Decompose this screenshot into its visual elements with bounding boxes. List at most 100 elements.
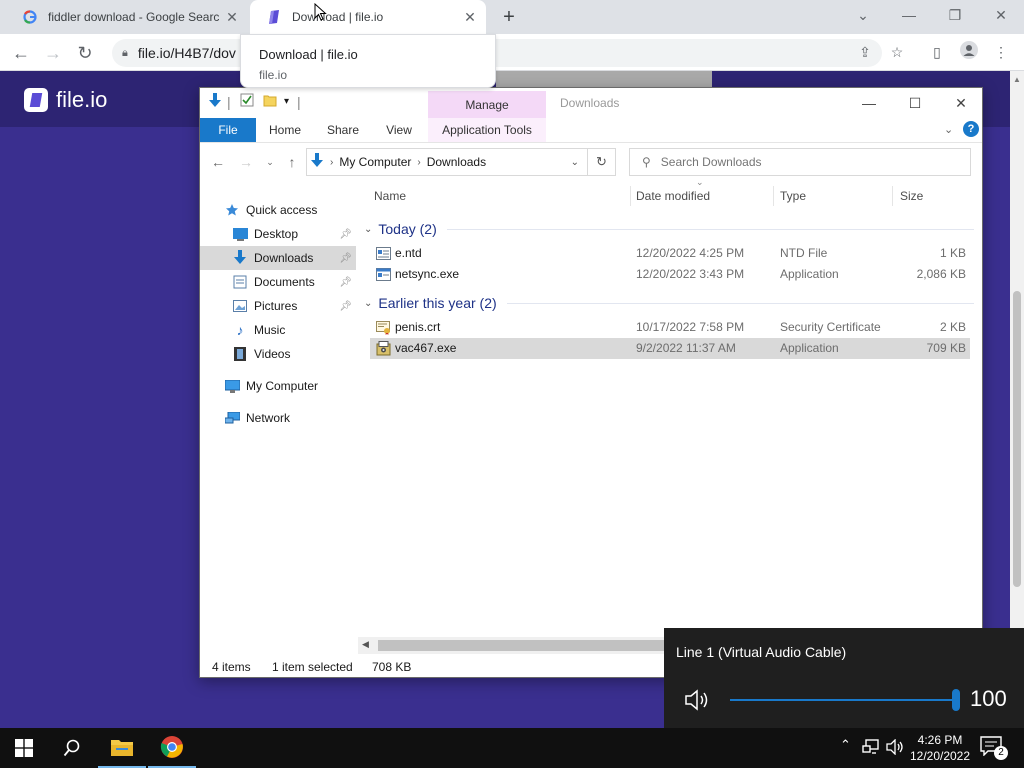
- taskbar-chrome[interactable]: [148, 728, 196, 768]
- group-label: Earlier this year (2): [378, 295, 497, 311]
- forward-arrow-icon[interactable]: →: [236, 151, 256, 173]
- explorer-maximize-button[interactable]: ☐: [892, 90, 938, 116]
- column-size[interactable]: Size: [900, 184, 923, 208]
- action-center-button[interactable]: 2: [980, 736, 1010, 760]
- recent-locations-icon[interactable]: ⌄: [260, 151, 280, 173]
- pin-icon[interactable]: 📌︎: [339, 301, 352, 312]
- system-clock[interactable]: 4:26 PM 12/20/2022: [904, 732, 976, 764]
- tab-application-tools[interactable]: Application Tools: [428, 118, 546, 142]
- volume-slider-thumb[interactable]: [952, 689, 960, 711]
- group-header-today[interactable]: ⌄ Today (2): [364, 218, 974, 240]
- refresh-button[interactable]: ↻: [588, 148, 616, 176]
- column-divider[interactable]: [773, 186, 774, 206]
- page-scrollbar[interactable]: ▲: [1010, 71, 1024, 721]
- pin-icon[interactable]: 📌︎: [339, 277, 352, 288]
- start-button[interactable]: [0, 728, 48, 768]
- hover-card-domain: file.io: [259, 68, 288, 82]
- file-row[interactable]: netsync.exe 12/20/2022 3:43 PM Applicati…: [370, 264, 970, 285]
- column-divider[interactable]: [892, 186, 893, 206]
- share-icon[interactable]: ⇪: [854, 41, 876, 63]
- column-name[interactable]: Name: [374, 184, 406, 208]
- speaker-icon[interactable]: [684, 688, 712, 712]
- file-explorer-window: | ▾ | Manage Downloads — ☐ ✕ File Home S…: [199, 87, 983, 678]
- reload-button[interactable]: ↻: [72, 40, 98, 66]
- back-arrow-icon[interactable]: ←: [208, 151, 228, 173]
- audio-device-name[interactable]: Line 1 (Virtual Audio Cable): [676, 644, 846, 660]
- forward-button[interactable]: →: [40, 40, 66, 66]
- tab-search-icon[interactable]: ⌄: [840, 0, 886, 30]
- breadcrumb-my-computer[interactable]: My Computer: [339, 155, 411, 169]
- file-row[interactable]: e.ntd 12/20/2022 4:25 PM NTD File 1 KB: [370, 243, 970, 264]
- taskbar-search-button[interactable]: [48, 728, 96, 768]
- search-input[interactable]: [660, 155, 941, 169]
- new-folder-icon[interactable]: [263, 93, 277, 113]
- close-tab-icon[interactable]: ✕: [460, 9, 480, 26]
- tab-home[interactable]: Home: [260, 118, 310, 142]
- pin-icon[interactable]: 📌︎: [339, 253, 352, 264]
- breadcrumb-downloads[interactable]: Downloads: [427, 155, 486, 169]
- new-tab-button[interactable]: +: [496, 5, 522, 29]
- tab-google-search[interactable]: fiddler download - Google Searc ✕: [6, 0, 248, 34]
- nav-item-videos[interactable]: Videos: [200, 342, 356, 366]
- explorer-address-bar[interactable]: › My Computer › Downloads ⌄: [306, 148, 588, 176]
- column-type[interactable]: Type: [780, 184, 806, 208]
- properties-check-icon[interactable]: [240, 93, 254, 113]
- network-tray-icon[interactable]: [862, 739, 880, 758]
- file-row[interactable]: penis.crt 10/17/2022 7:58 PM Security Ce…: [370, 317, 970, 338]
- downloads-folder-icon: [310, 152, 324, 172]
- close-window-button[interactable]: ✕: [978, 0, 1024, 30]
- download-arrow-icon: [208, 93, 222, 113]
- nav-item-network[interactable]: Network: [200, 406, 356, 430]
- tab-file[interactable]: File: [200, 118, 256, 142]
- breadcrumb-separator-icon[interactable]: ›: [417, 157, 420, 168]
- up-arrow-icon[interactable]: ↑: [282, 151, 302, 173]
- taskbar-file-explorer[interactable]: [98, 728, 146, 768]
- nav-item-downloads[interactable]: Downloads 📌︎: [200, 246, 356, 270]
- file-row-selected[interactable]: vac467.exe 9/2/2022 11:37 AM Application…: [370, 338, 970, 359]
- nav-item-desktop[interactable]: Desktop 📌︎: [200, 222, 356, 246]
- explorer-close-button[interactable]: ✕: [938, 90, 984, 116]
- scroll-up-arrow-icon[interactable]: ▲: [1013, 75, 1021, 84]
- tab-view[interactable]: View: [374, 118, 424, 142]
- bookmark-star-icon[interactable]: ☆: [886, 41, 908, 63]
- pin-icon[interactable]: 📌︎: [339, 229, 352, 240]
- side-panel-icon[interactable]: ▯: [926, 41, 948, 63]
- close-tab-icon[interactable]: ✕: [222, 9, 242, 26]
- group-header-earlier-this-year[interactable]: ⌄ Earlier this year (2): [364, 292, 974, 314]
- minimize-button[interactable]: —: [886, 0, 932, 30]
- back-button[interactable]: ←: [8, 40, 34, 66]
- address-dropdown-icon[interactable]: ⌄: [571, 157, 579, 168]
- collapse-chevron-icon[interactable]: ⌄: [364, 298, 372, 309]
- tab-file-io[interactable]: Download | file.io ✕: [250, 0, 486, 34]
- horizontal-scroll-thumb[interactable]: [378, 640, 668, 651]
- volume-tray-icon[interactable]: [886, 738, 904, 758]
- file-io-logo[interactable]: file.io: [24, 87, 107, 113]
- column-divider[interactable]: [630, 186, 631, 206]
- nav-item-quick-access[interactable]: Quick access: [200, 198, 356, 222]
- tab-share[interactable]: Share: [318, 118, 368, 142]
- profile-avatar-icon[interactable]: [958, 41, 980, 63]
- address-bar[interactable]: 🔒︎ file.io/H4B7/dov: [112, 39, 882, 67]
- customize-toolbar-icon[interactable]: ▾: [284, 96, 289, 116]
- item-count: 4 items: [212, 660, 251, 674]
- nav-item-music[interactable]: ♪ Music: [200, 318, 356, 342]
- divider: |: [227, 94, 231, 110]
- expand-ribbon-icon[interactable]: ⌄: [944, 123, 953, 136]
- nav-item-my-computer[interactable]: My Computer: [200, 374, 356, 398]
- restore-button[interactable]: ❐: [932, 0, 978, 30]
- help-icon[interactable]: ?: [963, 121, 979, 137]
- explorer-title-bar[interactable]: | ▾ | Manage Downloads — ☐ ✕: [200, 88, 984, 143]
- show-hidden-icons-icon[interactable]: ⌃: [840, 737, 851, 753]
- breadcrumb-separator-icon[interactable]: ›: [330, 157, 333, 168]
- search-box[interactable]: ⚲: [629, 148, 971, 176]
- volume-slider-track[interactable]: [730, 699, 956, 701]
- collapse-chevron-icon[interactable]: ⌄: [364, 224, 372, 235]
- lock-icon[interactable]: 🔒︎: [122, 47, 128, 60]
- network-icon: [224, 410, 240, 426]
- scroll-thumb[interactable]: [1013, 291, 1021, 587]
- explorer-minimize-button[interactable]: —: [846, 90, 892, 116]
- nav-item-documents[interactable]: Documents 📌︎: [200, 270, 356, 294]
- scroll-left-arrow-icon[interactable]: ◀: [362, 639, 369, 650]
- menu-kebab-icon[interactable]: ⋮: [990, 41, 1012, 63]
- nav-item-pictures[interactable]: Pictures 📌︎: [200, 294, 356, 318]
